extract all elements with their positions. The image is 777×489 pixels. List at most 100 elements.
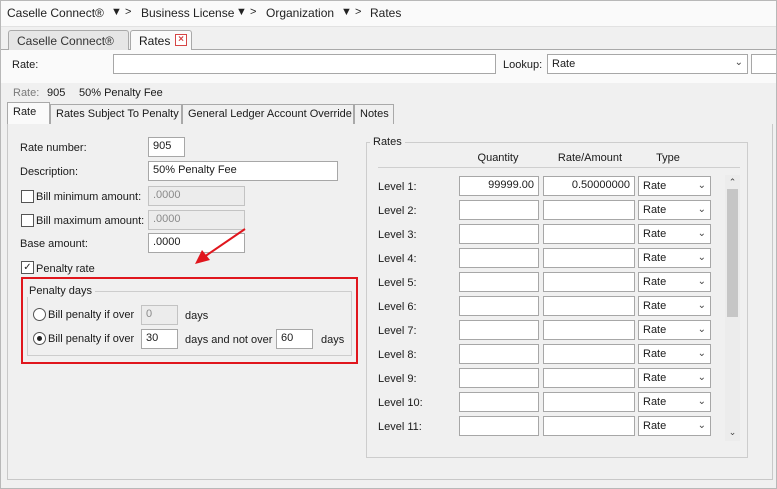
rate-amount-field[interactable] [543, 296, 635, 316]
rate-type-value: Rate [643, 420, 667, 432]
rate-quantity-field[interactable] [459, 224, 539, 244]
rate-quantity-field[interactable] [459, 320, 539, 340]
rate-type-value: Rate [643, 324, 667, 336]
rate-level-label: Level 8: [378, 349, 417, 361]
rates-scrollbar-thumb[interactable] [727, 189, 738, 317]
lookup-type-select[interactable]: Rate ⌄ [547, 54, 748, 74]
chevron-down-icon: ⌄ [734, 57, 743, 68]
rate-amount-field[interactable] [543, 320, 635, 340]
chevron-down-icon: ⌄ [697, 420, 706, 431]
summary-rate-number: 905 [47, 87, 66, 99]
rate-amount-field[interactable] [543, 248, 635, 268]
rate-quantity-field[interactable] [459, 392, 539, 412]
doc-tab-caselle-connect[interactable]: Caselle Connect® [8, 30, 129, 50]
chevron-down-icon: ⌄ [697, 372, 706, 383]
rate-type-select[interactable]: Rate ⌄ [638, 224, 711, 244]
close-icon[interactable]: × [175, 34, 187, 46]
tab-gl-account-override[interactable]: General Ledger Account Override [182, 104, 354, 124]
rate-amount-field[interactable] [543, 392, 635, 412]
breadcrumb-item-organization[interactable]: Organization [266, 6, 334, 20]
rates-title: Rates [370, 136, 405, 148]
breadcrumb-item-caselle-connect[interactable]: Caselle Connect® [7, 6, 104, 20]
tab-label: Notes [360, 108, 389, 120]
doc-tab-label: Rates [139, 34, 171, 48]
chevron-down-icon: ⌄ [697, 180, 706, 191]
base-amount-label: Base amount: [20, 238, 88, 250]
rate-type-value: Rate [643, 252, 667, 264]
rate-quantity-field[interactable] [459, 296, 539, 316]
description-label: Description: [20, 166, 79, 178]
rate-level-label: Level 7: [378, 325, 417, 337]
rate-lookup-label: Rate: [12, 59, 39, 71]
breadcrumb-item-business-license[interactable]: Business License [141, 6, 234, 20]
rate-type-select[interactable]: Rate ⌄ [638, 416, 711, 436]
scroll-down-icon[interactable]: ⌄ [727, 426, 738, 438]
rate-type-select[interactable]: Rate ⌄ [638, 368, 711, 388]
rates-header-quantity: Quantity [477, 152, 519, 164]
chevron-down-icon: ⌄ [697, 276, 706, 287]
rate-type-select[interactable]: Rate ⌄ [638, 200, 711, 220]
lookup-type-label: Lookup: [503, 59, 543, 71]
rate-type-select[interactable]: Rate ⌄ [638, 272, 711, 292]
breadcrumb-item-rates[interactable]: Rates [370, 6, 401, 20]
rate-amount-field[interactable] [543, 272, 635, 292]
chevron-down-icon: ⌄ [697, 300, 706, 311]
breadcrumb-separator[interactable]: ▼ > [111, 6, 131, 18]
rate-quantity-field[interactable] [459, 272, 539, 292]
rate-quantity-field[interactable] [459, 416, 539, 436]
lookup-search-button[interactable] [751, 54, 777, 74]
rate-type-select[interactable]: Rate ⌄ [638, 176, 711, 196]
chevron-down-icon: ⌄ [697, 324, 706, 335]
rate-type-select[interactable]: Rate ⌄ [638, 344, 711, 364]
rate-level-label: Level 10: [378, 397, 423, 409]
bill-minimum-label: Bill minimum amount: [36, 191, 142, 203]
penalty-rate-label: Penalty rate [36, 263, 95, 275]
rate-quantity-field[interactable] [459, 344, 539, 364]
rate-type-select[interactable]: Rate ⌄ [638, 248, 711, 268]
rate-number-label: Rate number: [20, 142, 87, 154]
bill-minimum-checkbox[interactable] [21, 190, 34, 203]
rate-amount-field[interactable] [543, 200, 635, 220]
rate-lookup-input[interactable] [113, 54, 496, 74]
rate-type-select[interactable]: Rate ⌄ [638, 296, 711, 316]
tab-label: Rates Subject To Penalty [56, 108, 179, 120]
rate-number-field[interactable]: 905 [148, 137, 185, 157]
bill-minimum-field: .0000 [148, 186, 245, 206]
rate-type-value: Rate [643, 300, 667, 312]
doc-tab-label: Caselle Connect® [17, 34, 114, 48]
rate-quantity-field[interactable] [459, 368, 539, 388]
rate-level-label: Level 9: [378, 373, 417, 385]
breadcrumb-separator[interactable]: ▼ > [341, 6, 361, 18]
rate-level-label: Level 1: [378, 181, 417, 193]
rate-amount-field[interactable] [543, 368, 635, 388]
rate-quantity-field[interactable] [459, 248, 539, 268]
summary-rate-description: 50% Penalty Fee [79, 87, 163, 99]
doc-tab-rates[interactable]: Rates × [130, 30, 192, 51]
rate-level-label: Level 3: [378, 229, 417, 241]
rate-type-value: Rate [643, 348, 667, 360]
chevron-down-icon: ⌄ [697, 228, 706, 239]
rate-type-value: Rate [643, 372, 667, 384]
rate-quantity-field[interactable]: 99999.00 [459, 176, 539, 196]
rate-type-select[interactable]: Rate ⌄ [638, 392, 711, 412]
tab-notes[interactable]: Notes [354, 104, 394, 124]
description-field[interactable]: 50% Penalty Fee [148, 161, 338, 181]
rate-amount-field[interactable] [543, 416, 635, 436]
rate-amount-field[interactable] [543, 224, 635, 244]
tab-rates-subject-to-penalty[interactable]: Rates Subject To Penalty [50, 104, 182, 124]
rate-type-value: Rate [643, 396, 667, 408]
rate-amount-field[interactable] [543, 344, 635, 364]
rate-level-label: Level 11: [378, 421, 422, 433]
scroll-up-icon[interactable]: ⌃ [727, 176, 738, 188]
rate-quantity-field[interactable] [459, 200, 539, 220]
tab-label: General Ledger Account Override [188, 108, 352, 120]
rate-level-label: Level 5: [378, 277, 417, 289]
rate-type-value: Rate [643, 204, 667, 216]
rate-amount-field[interactable]: 0.50000000 [543, 176, 635, 196]
breadcrumb-separator[interactable]: ▼ > [236, 6, 256, 18]
bill-maximum-checkbox[interactable] [21, 214, 34, 227]
penalty-rate-checkbox[interactable]: ✓ [21, 261, 34, 274]
rate-type-select[interactable]: Rate ⌄ [638, 320, 711, 340]
rates-header-type: Type [656, 152, 680, 164]
tab-rate[interactable]: Rate [7, 102, 50, 125]
